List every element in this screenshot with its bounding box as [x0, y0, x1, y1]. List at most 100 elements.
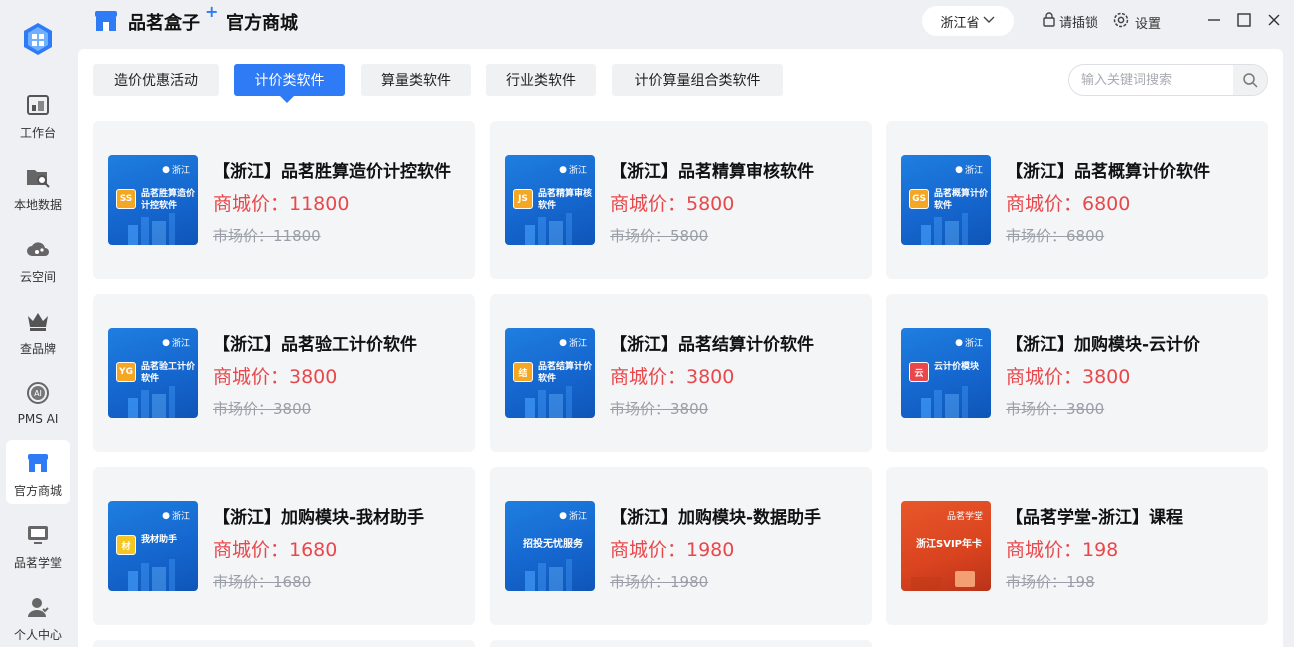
- sidebar: 工作台 本地数据 云空间 查品牌 AI PMS AI 官方商城 品茗学堂 个人中…: [0, 0, 76, 647]
- app-subtitle: 官方商城: [226, 13, 298, 34]
- product-card[interactable]: ● 浙江 招投无忧服务 【浙江】加购模块-数据助手 商城价：1980 市场价：1…: [490, 467, 872, 625]
- product-title: 【品茗学堂-浙江】课程: [1006, 508, 1184, 528]
- thumbnail-name: 云计价模块: [934, 362, 980, 372]
- sidebar-item-profile[interactable]: 个人中心: [6, 584, 70, 647]
- product-title: 【浙江】品茗结算计价软件: [610, 335, 814, 355]
- title-bar: 品茗盒子 + 官方商城 浙江省 请插锁 设置: [76, 0, 1294, 44]
- gear-icon: [1112, 11, 1130, 33]
- product-title: 【浙江】品茗验工计价软件: [213, 335, 417, 355]
- minimize-icon: [1208, 19, 1220, 21]
- province-selector[interactable]: 浙江省: [922, 6, 1014, 36]
- close-button[interactable]: [1264, 10, 1284, 30]
- tab-pricing-software[interactable]: 计价类软件: [234, 64, 345, 96]
- search-input[interactable]: [1069, 65, 1235, 95]
- product-price: 商城价：1680: [213, 539, 338, 561]
- product-title: 【浙江】品茗概算计价软件: [1006, 162, 1210, 182]
- building-decoration-icon: [921, 386, 968, 418]
- market-price: 市场价：198: [1006, 573, 1095, 591]
- sidebar-item-academy[interactable]: 品茗学堂: [6, 512, 70, 576]
- sidebar-item-pms-ai[interactable]: AI PMS AI: [6, 370, 70, 434]
- settings-button[interactable]: 设置: [1112, 11, 1161, 33]
- product-badge: 云: [909, 362, 929, 382]
- sidebar-item-local-data[interactable]: 本地数据: [6, 154, 70, 218]
- sidebar-item-official-store[interactable]: 官方商城: [6, 440, 70, 504]
- sidebar-item-label: PMS AI: [17, 412, 59, 426]
- product-card[interactable]: ● 浙江 云 云计价模块 【浙江】加购模块-云计价 商城价：3800 市场价：3…: [886, 294, 1268, 452]
- app-plus-mark: +: [205, 2, 219, 21]
- location-pin-icon: ● 浙江: [955, 337, 983, 350]
- gift-decoration-icon: [911, 571, 975, 591]
- product-thumbnail: 品茗学堂 浙江SVIP年卡: [901, 501, 991, 591]
- thumbnail-name: 品茗胜算造价计控软件: [141, 189, 196, 211]
- ai-icon: AI: [25, 380, 51, 406]
- lock-icon: [1042, 12, 1056, 31]
- user-icon: [25, 594, 51, 620]
- app-logo-icon: [22, 22, 54, 56]
- product-card[interactable]: ● 浙江 结 品茗结算计价软件 【浙江】品茗结算计价软件 商城价：3800 市场…: [490, 294, 872, 452]
- product-price: 商城价：3800: [213, 366, 338, 388]
- product-badge: JS: [513, 189, 533, 209]
- product-badge: YG: [116, 362, 136, 382]
- product-card[interactable]: [93, 640, 475, 647]
- thumbnail-name: 招投无忧服务: [523, 539, 583, 550]
- thumbnail-name: 品茗结算计价软件: [538, 362, 593, 384]
- product-title: 【浙江】加购模块-我材助手: [213, 508, 425, 528]
- location-pin-icon: ● 浙江: [162, 164, 190, 177]
- product-card[interactable]: ● 浙江 GS 品茗概算计价软件 【浙江】品茗概算计价软件 商城价：6800 市…: [886, 121, 1268, 279]
- maximize-button[interactable]: [1234, 10, 1254, 30]
- thumbnail-name: 浙江SVIP年卡: [916, 539, 982, 550]
- sidebar-item-cloud[interactable]: 云空间: [6, 226, 70, 290]
- lock-button[interactable]: 请插锁: [1042, 12, 1098, 31]
- store-panel: 造价优惠活动 计价类软件 算量类软件 行业类软件 计价算量组合类软件 ● 浙江 …: [78, 49, 1283, 647]
- tab-quantity-software[interactable]: 算量类软件: [361, 64, 471, 96]
- tab-industry-software[interactable]: 行业类软件: [486, 64, 596, 96]
- thumbnail-name: 品茗验工计价软件: [141, 362, 196, 384]
- active-tab-indicator: [280, 96, 294, 103]
- product-thumbnail: ● 浙江 YG 品茗验工计价软件: [108, 328, 198, 418]
- product-card[interactable]: 品茗学堂 浙江SVIP年卡 【品茗学堂-浙江】课程 商城价：198 市场价：19…: [886, 467, 1268, 625]
- crown-icon: [25, 308, 51, 334]
- location-pin-icon: ● 浙江: [162, 510, 190, 523]
- minimize-button[interactable]: [1204, 10, 1224, 30]
- province-label: 浙江省: [940, 15, 980, 31]
- product-thumbnail: ● 浙江 招投无忧服务: [505, 501, 595, 591]
- sidebar-item-label: 本地数据: [13, 198, 62, 212]
- chevron-down-icon: [982, 14, 996, 29]
- product-card[interactable]: ● 浙江 JS 品茗精算审核软件 【浙江】品茗精算审核软件 商城价：5800 市…: [490, 121, 872, 279]
- sidebar-item-label: 官方商城: [13, 484, 62, 498]
- tab-discount[interactable]: 造价优惠活动: [93, 64, 219, 96]
- product-badge: GS: [909, 189, 929, 209]
- search-box: [1068, 64, 1268, 96]
- building-decoration-icon: [525, 213, 572, 245]
- sidebar-item-brand[interactable]: 查品牌: [6, 298, 70, 362]
- thumbnail-name: 我材助手: [141, 535, 178, 545]
- close-icon: [1268, 14, 1280, 26]
- product-badge: 结: [513, 362, 533, 382]
- tab-combo-software[interactable]: 计价算量组合类软件: [612, 64, 783, 96]
- product-card[interactable]: ● 浙江 材 我材助手 【浙江】加购模块-我材助手 商城价：1680 市场价：1…: [93, 467, 475, 625]
- product-title: 【浙江】加购模块-云计价: [1006, 335, 1201, 355]
- product-price: 商城价：3800: [1006, 366, 1131, 388]
- location-pin-icon: ● 浙江: [559, 164, 587, 177]
- product-price: 商城价：6800: [1006, 193, 1131, 215]
- product-thumbnail: ● 浙江 JS 品茗精算审核软件: [505, 155, 595, 245]
- product-card[interactable]: [490, 640, 872, 647]
- product-price: 商城价：3800: [610, 366, 735, 388]
- search-button[interactable]: [1233, 65, 1267, 95]
- market-price: 市场价：1680: [213, 573, 312, 591]
- product-card[interactable]: ● 浙江 SS 品茗胜算造价计控软件 【浙江】品茗胜算造价计控软件 商城价：11…: [93, 121, 475, 279]
- product-price: 商城价：5800: [610, 193, 735, 215]
- building-decoration-icon: [128, 559, 175, 591]
- building-decoration-icon: [525, 559, 572, 591]
- product-badge: 材: [116, 535, 136, 555]
- product-card[interactable]: ● 浙江 YG 品茗验工计价软件 【浙江】品茗验工计价软件 商城价：3800 市…: [93, 294, 475, 452]
- market-price: 市场价：6800: [1006, 227, 1105, 245]
- sidebar-item-label: 品茗学堂: [13, 556, 62, 570]
- product-title: 【浙江】品茗精算审核软件: [610, 162, 814, 182]
- location-pin-icon: ● 浙江: [955, 164, 983, 177]
- sidebar-item-workbench[interactable]: 工作台: [6, 82, 70, 146]
- product-thumbnail: ● 浙江 SS 品茗胜算造价计控软件: [108, 155, 198, 245]
- search-icon: [1243, 73, 1258, 88]
- sidebar-item-label: 查品牌: [19, 342, 56, 356]
- sidebar-item-label: 云空间: [19, 270, 56, 284]
